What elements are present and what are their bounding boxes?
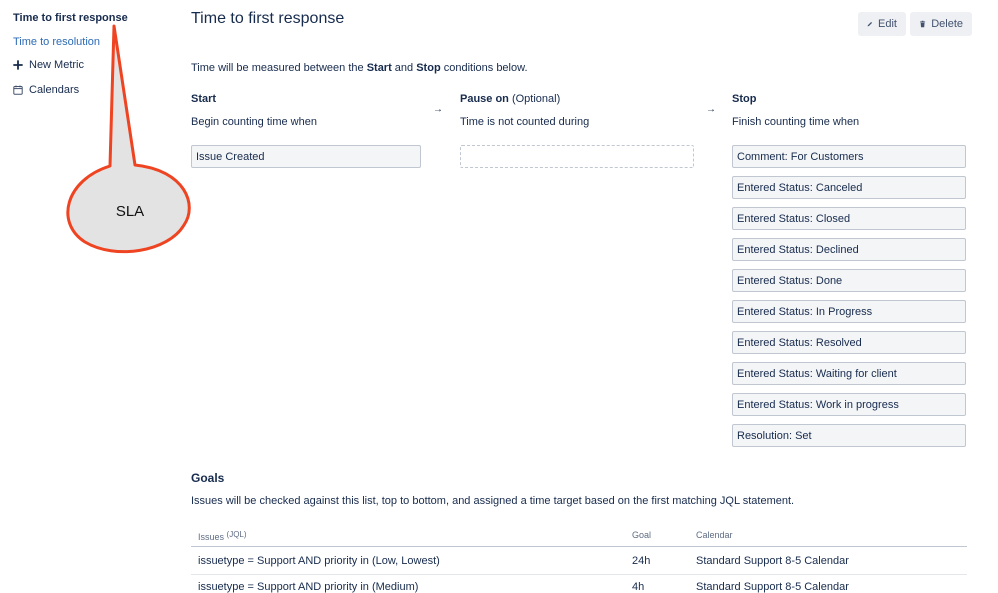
stop-condition[interactable]: Entered Status: Waiting for client: [732, 362, 966, 385]
stop-condition[interactable]: Entered Status: Work in progress: [732, 393, 966, 416]
callout-label: SLA: [116, 203, 144, 220]
calendar-icon: [13, 85, 23, 95]
stop-condition[interactable]: Comment: For Customers: [732, 145, 966, 168]
start-subtitle: Begin counting time when: [191, 116, 317, 128]
arrow-icon: →: [706, 104, 716, 115]
stop-title: Stop: [732, 93, 757, 105]
calendar-column-header: Calendar: [696, 530, 733, 540]
goal-row-calendar: Standard Support 8-5 Calendar: [696, 555, 849, 567]
goal-row-target: 24h: [632, 555, 651, 567]
plus-icon: [13, 60, 23, 70]
start-title: Start: [191, 93, 217, 105]
goal-row-jql: issuetype = Support AND priority in (Med…: [198, 581, 419, 593]
start-condition[interactable]: Issue Created: [191, 145, 421, 168]
edit-label: Edit: [878, 18, 897, 30]
table-header-divider: [191, 546, 967, 547]
goals-title: Goals: [191, 471, 225, 485]
stop-condition[interactable]: Entered Status: Done: [732, 269, 966, 292]
stop-condition[interactable]: Entered Status: Closed: [732, 207, 966, 230]
pause-subtitle: Time is not counted during: [460, 116, 590, 128]
stop-subtitle: Finish counting time when: [732, 116, 860, 128]
arrow-icon: →: [433, 104, 443, 115]
sla-callout: SLA: [66, 24, 191, 254]
goal-row-jql: issuetype = Support AND priority in (Low…: [198, 555, 440, 567]
goal-column-header: Goal: [632, 530, 652, 540]
table-row-divider: [191, 574, 967, 575]
pause-condition-dropzone[interactable]: [460, 145, 694, 168]
edit-button[interactable]: Edit: [858, 12, 906, 36]
goals-description: Issues will be checked against this list…: [191, 495, 795, 507]
stop-condition[interactable]: Resolution: Set: [732, 424, 966, 447]
stop-condition[interactable]: Entered Status: Resolved: [732, 331, 966, 354]
measurement-intro: Time will be measured between the Start …: [191, 62, 528, 74]
goal-row-target: 4h: [632, 581, 645, 593]
pencil-icon: [867, 21, 873, 27]
pause-title: Pause on (Optional): [460, 93, 561, 105]
delete-label: Delete: [931, 18, 963, 30]
issues-column-header: Issues (JQL): [198, 530, 247, 542]
trash-icon: [920, 20, 926, 28]
stop-condition[interactable]: Entered Status: Canceled: [732, 176, 966, 199]
goal-row-calendar: Standard Support 8-5 Calendar: [696, 581, 849, 593]
stop-condition[interactable]: Entered Status: In Progress: [732, 300, 966, 323]
stop-condition[interactable]: Entered Status: Declined: [732, 238, 966, 261]
delete-button[interactable]: Delete: [910, 12, 972, 36]
page-title: Time to first response: [191, 10, 345, 27]
